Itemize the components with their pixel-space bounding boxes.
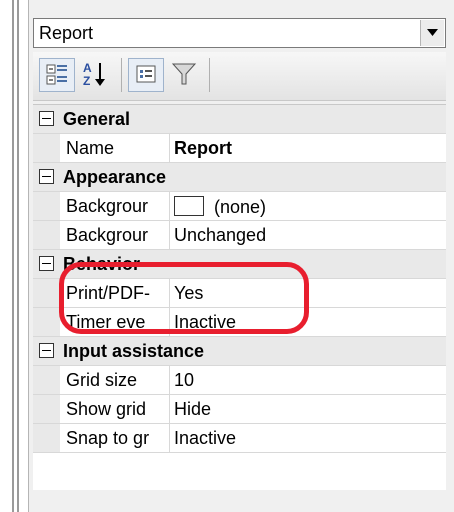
property-row-timer-event[interactable]: Timer eve Inactive — [33, 308, 446, 337]
property-row-name[interactable]: Name Report — [33, 134, 446, 163]
dropdown-button[interactable] — [420, 20, 444, 46]
property-value[interactable]: (none) — [174, 196, 266, 218]
property-name: Snap to gr — [66, 428, 150, 448]
collapse-icon[interactable] — [39, 169, 54, 184]
toolbar: A Z — [33, 52, 446, 101]
row-gutter — [33, 192, 60, 220]
description-area — [33, 490, 446, 512]
property-row-print-pdf[interactable]: Print/PDF- Yes — [33, 279, 446, 308]
property-row-grid-size[interactable]: Grid size 10 — [33, 366, 446, 395]
column-divider[interactable] — [169, 134, 170, 162]
property-name: Print/PDF- — [66, 283, 151, 303]
category-input-assistance[interactable]: Input assistance — [33, 337, 446, 366]
property-row-background-image[interactable]: Backgrour Unchanged — [33, 221, 446, 250]
property-value[interactable]: Unchanged — [174, 225, 266, 246]
property-value[interactable]: 10 — [174, 370, 194, 391]
filter-button[interactable] — [167, 58, 203, 92]
row-gutter — [33, 366, 60, 394]
property-name: Backgrour — [66, 225, 149, 245]
row-gutter — [33, 279, 60, 307]
collapse-icon[interactable] — [39, 343, 54, 358]
row-gutter — [33, 395, 60, 423]
toolbar-separator — [209, 58, 210, 92]
alphabetical-button[interactable]: A Z — [78, 58, 114, 92]
property-value-text: (none) — [214, 197, 267, 217]
column-divider[interactable] — [169, 366, 170, 394]
chevron-down-icon — [427, 29, 438, 36]
column-divider[interactable] — [169, 221, 170, 249]
property-row-snap-to-grid[interactable]: Snap to gr Inactive — [33, 424, 446, 453]
property-pages-icon — [136, 65, 156, 83]
row-gutter — [33, 424, 60, 452]
column-divider[interactable] — [169, 424, 170, 452]
property-value[interactable]: Inactive — [174, 312, 236, 333]
filter-funnel-icon — [171, 63, 197, 85]
column-divider[interactable] — [169, 308, 170, 336]
svg-text:Z: Z — [83, 74, 90, 88]
sort-az-icon: A Z — [83, 61, 105, 88]
category-label: General — [63, 109, 131, 129]
toolbar-separator — [121, 58, 122, 92]
property-name: Name — [66, 138, 115, 158]
category-label: Appearance — [63, 167, 167, 187]
category-label: Input assistance — [63, 341, 205, 361]
property-row-background-color[interactable]: Backgrour (none) — [33, 192, 446, 221]
category-general[interactable]: General — [33, 105, 446, 134]
object-selector-dropdown[interactable]: Report — [33, 18, 446, 48]
property-panel-window: Report A Z General Name Report Appearanc… — [0, 0, 454, 512]
property-value[interactable]: Hide — [174, 399, 211, 420]
property-name: Backgrour — [66, 196, 149, 216]
border-line — [12, 0, 14, 512]
property-name: Show grid — [66, 399, 147, 419]
categorized-icon — [46, 64, 67, 85]
property-name: Grid size — [66, 370, 138, 390]
row-gutter — [33, 308, 60, 336]
row-gutter — [33, 134, 60, 162]
column-divider[interactable] — [169, 279, 170, 307]
property-value[interactable]: Inactive — [174, 428, 236, 449]
property-value[interactable]: Yes — [174, 283, 203, 304]
categorized-button[interactable] — [39, 58, 75, 92]
category-behavior[interactable]: Behavior — [33, 250, 446, 279]
color-swatch — [174, 196, 204, 216]
property-name: Timer eve — [66, 312, 146, 332]
row-gutter — [33, 221, 60, 249]
property-pages-button[interactable] — [128, 58, 164, 92]
category-appearance[interactable]: Appearance — [33, 163, 446, 192]
column-divider[interactable] — [169, 395, 170, 423]
object-selector-value: Report — [39, 23, 94, 43]
collapse-icon[interactable] — [39, 256, 54, 271]
border-line — [17, 0, 19, 512]
collapse-icon[interactable] — [39, 111, 54, 126]
column-divider[interactable] — [169, 192, 170, 220]
category-label: Behavior — [63, 254, 141, 274]
property-row-show-grid[interactable]: Show grid Hide — [33, 395, 446, 424]
property-grid: General Name Report Appearance Backgrour… — [33, 104, 446, 491]
properties-panel: Report A Z General Name Report Appearanc… — [28, 0, 454, 512]
svg-text:A: A — [83, 61, 92, 75]
property-value[interactable]: Report — [174, 138, 232, 159]
left-border — [0, 0, 26, 512]
